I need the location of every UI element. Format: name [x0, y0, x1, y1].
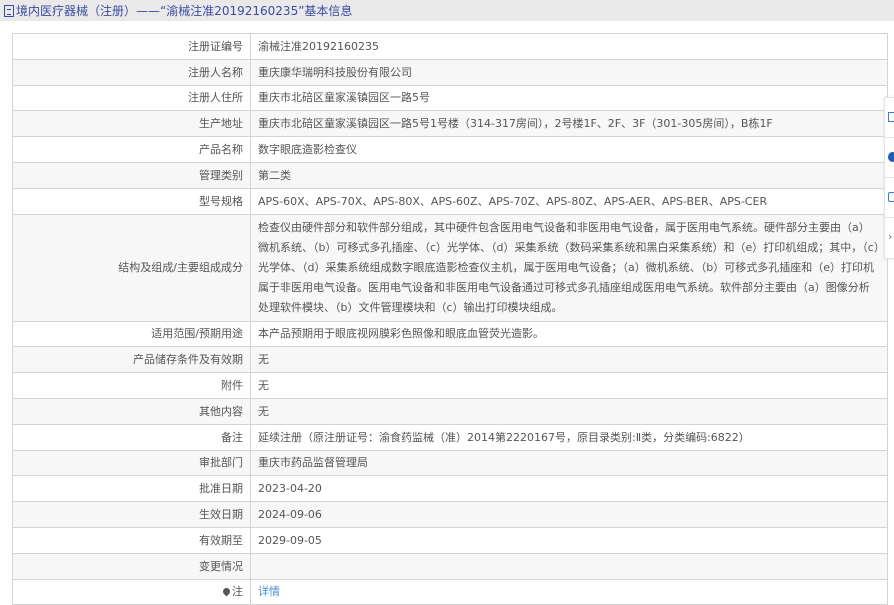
- table-row: 管理类别 第二类: [12, 161, 888, 189]
- info-table: 注册证编号 渝械注准20192160235 注册人名称 重庆康华瑞明科技股份有限公司注…: [12, 33, 888, 605]
- field-label: 变更情况: [12, 552, 251, 580]
- field-label: 型号规格: [12, 187, 251, 215]
- field-label: 结构及组成/主要组成成分: [12, 213, 251, 322]
- details-link[interactable]: 详情: [258, 585, 280, 598]
- field-label: 其他内容: [12, 397, 251, 425]
- field-value: 2023-04-20: [250, 475, 888, 503]
- field-value: 延续注册（原注册证号：渝食药监械（准）2014第2220167号，原目录类别:Ⅱ…: [250, 423, 888, 451]
- field-value: 重庆市北碚区童家溪镇园区一路5号1号楼（314-317房间），2号楼1F、2F、…: [250, 110, 888, 138]
- field-value: 本产品预期用于眼底视网膜彩色照像和眼底血管荧光造影。: [250, 320, 888, 348]
- field-label: 审批部门: [12, 449, 251, 477]
- field-value: 无: [250, 372, 888, 399]
- field-label: 产品储存条件及有效期: [12, 346, 251, 374]
- table-row: 型号规格 APS-60X、APS-70X、APS-80X、APS-60Z、APS-…: [12, 187, 888, 215]
- field-value: 第二类: [250, 161, 888, 189]
- field-value: 无: [250, 397, 888, 425]
- side-button-print[interactable]: [885, 178, 894, 218]
- field-value: 渝械注准20192160235: [250, 33, 888, 60]
- field-label: 注册证编号: [12, 33, 251, 60]
- print-icon: [888, 192, 894, 202]
- document-icon: [888, 112, 894, 122]
- field-label: 注册人住所: [12, 84, 251, 112]
- pin-icon: [221, 586, 232, 597]
- table-row: 有效期至 2029-09-05: [12, 526, 888, 554]
- table-row: 注 详情: [12, 578, 888, 605]
- document-icon: [4, 4, 14, 17]
- field-label: 批准日期: [12, 475, 251, 503]
- table-row: 注册人住所 重庆市北碚区童家溪镇园区一路5号: [12, 84, 888, 112]
- table-row: 注册证编号 渝械注准20192160235: [12, 33, 888, 60]
- field-value: 无: [250, 346, 888, 374]
- field-label: 产品名称: [12, 136, 251, 163]
- table-row: 其他内容无: [12, 397, 888, 425]
- table-row: 生产地址 重庆市北碚区童家溪镇园区一路5号1号楼（314-317房间），2号楼1F…: [12, 110, 888, 138]
- field-value: 2029-09-05: [250, 526, 888, 554]
- field-label: 注: [12, 578, 251, 605]
- field-label: 有效期至: [12, 526, 251, 554]
- field-label: 管理类别: [12, 161, 251, 189]
- field-label: 生效日期: [12, 501, 251, 528]
- note-label: 注: [232, 585, 243, 599]
- side-button-doc[interactable]: [885, 98, 894, 138]
- field-label: 注册人名称: [12, 58, 251, 86]
- field-label: 附件: [12, 372, 251, 399]
- side-toolbar: ›: [884, 97, 894, 259]
- info-icon: [888, 152, 894, 162]
- table-row: 注册人名称 重庆康华瑞明科技股份有限公司: [12, 58, 888, 86]
- page-title: 境内医疗器械（注册）——“渝械注准20192160235”基本信息: [16, 4, 353, 18]
- table-row: 备注 延续注册（原注册证号：渝食药监械（准）2014第2220167号，原目录类别…: [12, 423, 888, 451]
- table-row: 适用范围/预期用途 本产品预期用于眼底视网膜彩色照像和眼底血管荧光造影。: [12, 320, 888, 348]
- table-row: 变更情况: [12, 552, 888, 580]
- field-value: [250, 552, 888, 580]
- table-row: 附件无: [12, 372, 888, 399]
- field-value: APS-60X、APS-70X、APS-80X、APS-60Z、APS-70Z、…: [250, 187, 888, 215]
- field-label: 备注: [12, 423, 251, 451]
- field-value: 检查仪由硬件部分和软件部分组成，其中硬件包含医用电气设备和非医用电气设备，属于医…: [250, 213, 888, 322]
- side-button-info[interactable]: [885, 138, 894, 178]
- table-row: 产品储存条件及有效期无: [12, 346, 888, 374]
- field-value: 重庆市药品监督管理局: [250, 449, 888, 477]
- page-header: 境内医疗器械（注册）——“渝械注准20192160235”基本信息: [0, 0, 894, 21]
- field-value: 详情: [250, 578, 888, 605]
- chevron-right-icon: ›: [888, 230, 893, 243]
- field-value: 重庆市北碚区童家溪镇园区一路5号: [250, 84, 888, 112]
- field-label: 生产地址: [12, 110, 251, 138]
- table-row: 产品名称 数字眼底造影检查仪: [12, 136, 888, 163]
- table-row: 结构及组成/主要组成成分 检查仪由硬件部分和软件部分组成，其中硬件包含医用电气设备…: [12, 213, 888, 322]
- table-row: 批准日期 2023-04-20: [12, 475, 888, 503]
- field-value: 2024-09-06: [250, 501, 888, 528]
- table-row: 生效日期 2024-09-06: [12, 501, 888, 528]
- table-row: 审批部门 重庆市药品监督管理局: [12, 449, 888, 477]
- field-value: 数字眼底造影检查仪: [250, 136, 888, 163]
- field-value: 重庆康华瑞明科技股份有限公司: [250, 58, 888, 86]
- field-label: 适用范围/预期用途: [12, 320, 251, 348]
- side-button-collapse[interactable]: ›: [885, 218, 894, 258]
